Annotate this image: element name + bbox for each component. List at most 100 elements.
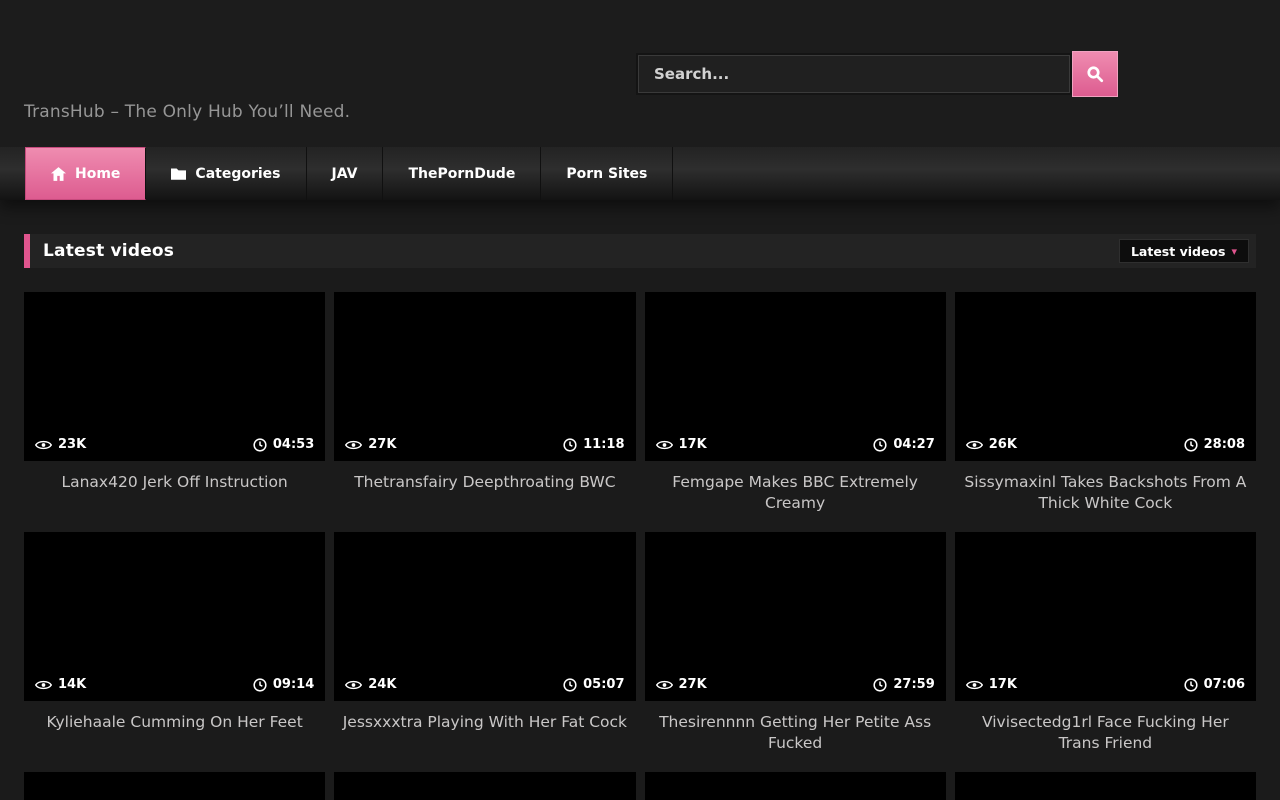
duration-value: 04:27 bbox=[893, 437, 934, 452]
video-thumbnail[interactable]: 14K 09:14 bbox=[24, 532, 325, 701]
section-title: Latest videos bbox=[43, 241, 174, 261]
nav-label: Categories bbox=[195, 166, 280, 182]
video-card[interactable] bbox=[334, 772, 635, 800]
clock-icon bbox=[873, 678, 887, 692]
eye-icon bbox=[656, 679, 673, 691]
sort-dropdown-label: Latest videos bbox=[1131, 244, 1226, 259]
nav-item-jav[interactable]: JAV bbox=[307, 147, 384, 200]
clock-icon bbox=[873, 438, 887, 452]
clock-icon bbox=[563, 678, 577, 692]
video-card[interactable]: 17K 07:06 Vivisectedg1rl Face Fucking He… bbox=[955, 532, 1256, 772]
sort-dropdown-button[interactable]: Latest videos ▾ bbox=[1119, 239, 1249, 263]
video-thumbnail[interactable]: 17K 07:06 bbox=[955, 532, 1256, 701]
eye-icon bbox=[966, 439, 983, 451]
duration: 05:07 bbox=[563, 677, 624, 692]
duration-value: 28:08 bbox=[1204, 437, 1245, 452]
duration: 04:27 bbox=[873, 437, 934, 452]
view-count: 23K bbox=[58, 437, 86, 452]
main-nav: Home Categories JAV ThePornDude Porn Sit… bbox=[0, 147, 1280, 200]
video-thumbnail[interactable]: 26K 28:08 bbox=[955, 292, 1256, 461]
duration-value: 27:59 bbox=[893, 677, 934, 692]
video-thumbnail[interactable] bbox=[955, 772, 1256, 800]
video-card[interactable]: 14K 09:14 Kyliehaale Cumming On Her Feet bbox=[24, 532, 325, 772]
eye-icon bbox=[35, 439, 52, 451]
nav-item-porn-sites[interactable]: Porn Sites bbox=[541, 147, 673, 200]
eye-icon bbox=[345, 679, 362, 691]
view-count: 27K bbox=[368, 437, 396, 452]
folder-icon bbox=[171, 167, 186, 180]
clock-icon bbox=[1184, 438, 1198, 452]
nav-item-home[interactable]: Home bbox=[25, 147, 146, 200]
video-thumbnail[interactable] bbox=[645, 772, 946, 800]
video-card[interactable] bbox=[955, 772, 1256, 800]
video-stats: 23K 04:53 bbox=[24, 428, 325, 461]
view-count: 17K bbox=[679, 437, 707, 452]
video-card[interactable] bbox=[24, 772, 325, 800]
clock-icon bbox=[253, 438, 267, 452]
views: 26K bbox=[966, 437, 1017, 452]
views: 27K bbox=[345, 437, 396, 452]
search-input[interactable] bbox=[638, 55, 1070, 93]
duration: 07:06 bbox=[1184, 677, 1245, 692]
video-title[interactable]: Femgape Makes BBC Extremely Creamy bbox=[645, 461, 946, 514]
video-thumbnail[interactable] bbox=[24, 772, 325, 800]
eye-icon bbox=[35, 679, 52, 691]
views: 17K bbox=[656, 437, 707, 452]
view-count: 14K bbox=[58, 677, 86, 692]
site-tagline: TransHub – The Only Hub You’ll Need. bbox=[24, 102, 350, 122]
duration: 27:59 bbox=[873, 677, 934, 692]
duration-value: 09:14 bbox=[273, 677, 314, 692]
nav-label: Porn Sites bbox=[566, 166, 647, 182]
video-thumbnail[interactable] bbox=[334, 772, 635, 800]
video-card[interactable]: 27K 11:18 Thetransfairy Deepthroating BW… bbox=[334, 292, 635, 532]
section-header: Latest videos Latest videos ▾ bbox=[24, 234, 1256, 268]
search-form bbox=[638, 51, 1118, 97]
video-title[interactable]: Kyliehaale Cumming On Her Feet bbox=[24, 701, 325, 733]
video-title[interactable]: Vivisectedg1rl Face Fucking Her Trans Fr… bbox=[955, 701, 1256, 754]
search-button[interactable] bbox=[1072, 51, 1118, 97]
video-title[interactable]: Thetransfairy Deepthroating BWC bbox=[334, 461, 635, 493]
duration-value: 05:07 bbox=[583, 677, 624, 692]
eye-icon bbox=[345, 439, 362, 451]
video-thumbnail[interactable]: 27K 27:59 bbox=[645, 532, 946, 701]
view-count: 27K bbox=[679, 677, 707, 692]
video-stats: 27K 27:59 bbox=[645, 668, 946, 701]
nav-label: Home bbox=[75, 166, 120, 182]
video-card[interactable]: 24K 05:07 Jessxxxtra Playing With Her Fa… bbox=[334, 532, 635, 772]
video-thumbnail[interactable]: 27K 11:18 bbox=[334, 292, 635, 461]
clock-icon bbox=[1184, 678, 1198, 692]
view-count: 26K bbox=[989, 437, 1017, 452]
video-card[interactable]: 26K 28:08 Sissymaxinl Takes Backshots Fr… bbox=[955, 292, 1256, 532]
nav-item-categories[interactable]: Categories bbox=[146, 147, 306, 200]
duration-value: 04:53 bbox=[273, 437, 314, 452]
video-stats: 24K 05:07 bbox=[334, 668, 635, 701]
duration-value: 07:06 bbox=[1204, 677, 1245, 692]
nav-item-theporndude[interactable]: ThePornDude bbox=[383, 147, 541, 200]
clock-icon bbox=[563, 438, 577, 452]
nav-label: JAV bbox=[332, 166, 358, 182]
video-card[interactable] bbox=[645, 772, 946, 800]
duration-value: 11:18 bbox=[583, 437, 624, 452]
video-thumbnail[interactable]: 23K 04:53 bbox=[24, 292, 325, 461]
views: 27K bbox=[656, 677, 707, 692]
nav-label: ThePornDude bbox=[408, 166, 515, 182]
video-title[interactable]: Lanax420 Jerk Off Instruction bbox=[24, 461, 325, 493]
duration: 04:53 bbox=[253, 437, 314, 452]
video-title[interactable]: Sissymaxinl Takes Backshots From A Thick… bbox=[955, 461, 1256, 514]
video-title[interactable]: Thesirennnn Getting Her Petite Ass Fucke… bbox=[645, 701, 946, 754]
views: 23K bbox=[35, 437, 86, 452]
views: 24K bbox=[345, 677, 396, 692]
site-header: TransHub – The Only Hub You’ll Need. bbox=[0, 0, 1280, 147]
view-count: 17K bbox=[989, 677, 1017, 692]
views: 14K bbox=[35, 677, 86, 692]
video-thumbnail[interactable]: 24K 05:07 bbox=[334, 532, 635, 701]
video-card[interactable]: 17K 04:27 Femgape Makes BBC Extremely Cr… bbox=[645, 292, 946, 532]
video-card[interactable]: 27K 27:59 Thesirennnn Getting Her Petite… bbox=[645, 532, 946, 772]
view-count: 24K bbox=[368, 677, 396, 692]
views: 17K bbox=[966, 677, 1017, 692]
video-card[interactable]: 23K 04:53 Lanax420 Jerk Off Instruction bbox=[24, 292, 325, 532]
video-title[interactable]: Jessxxxtra Playing With Her Fat Cock bbox=[334, 701, 635, 733]
video-stats: 27K 11:18 bbox=[334, 428, 635, 461]
video-thumbnail[interactable]: 17K 04:27 bbox=[645, 292, 946, 461]
video-stats: 14K 09:14 bbox=[24, 668, 325, 701]
